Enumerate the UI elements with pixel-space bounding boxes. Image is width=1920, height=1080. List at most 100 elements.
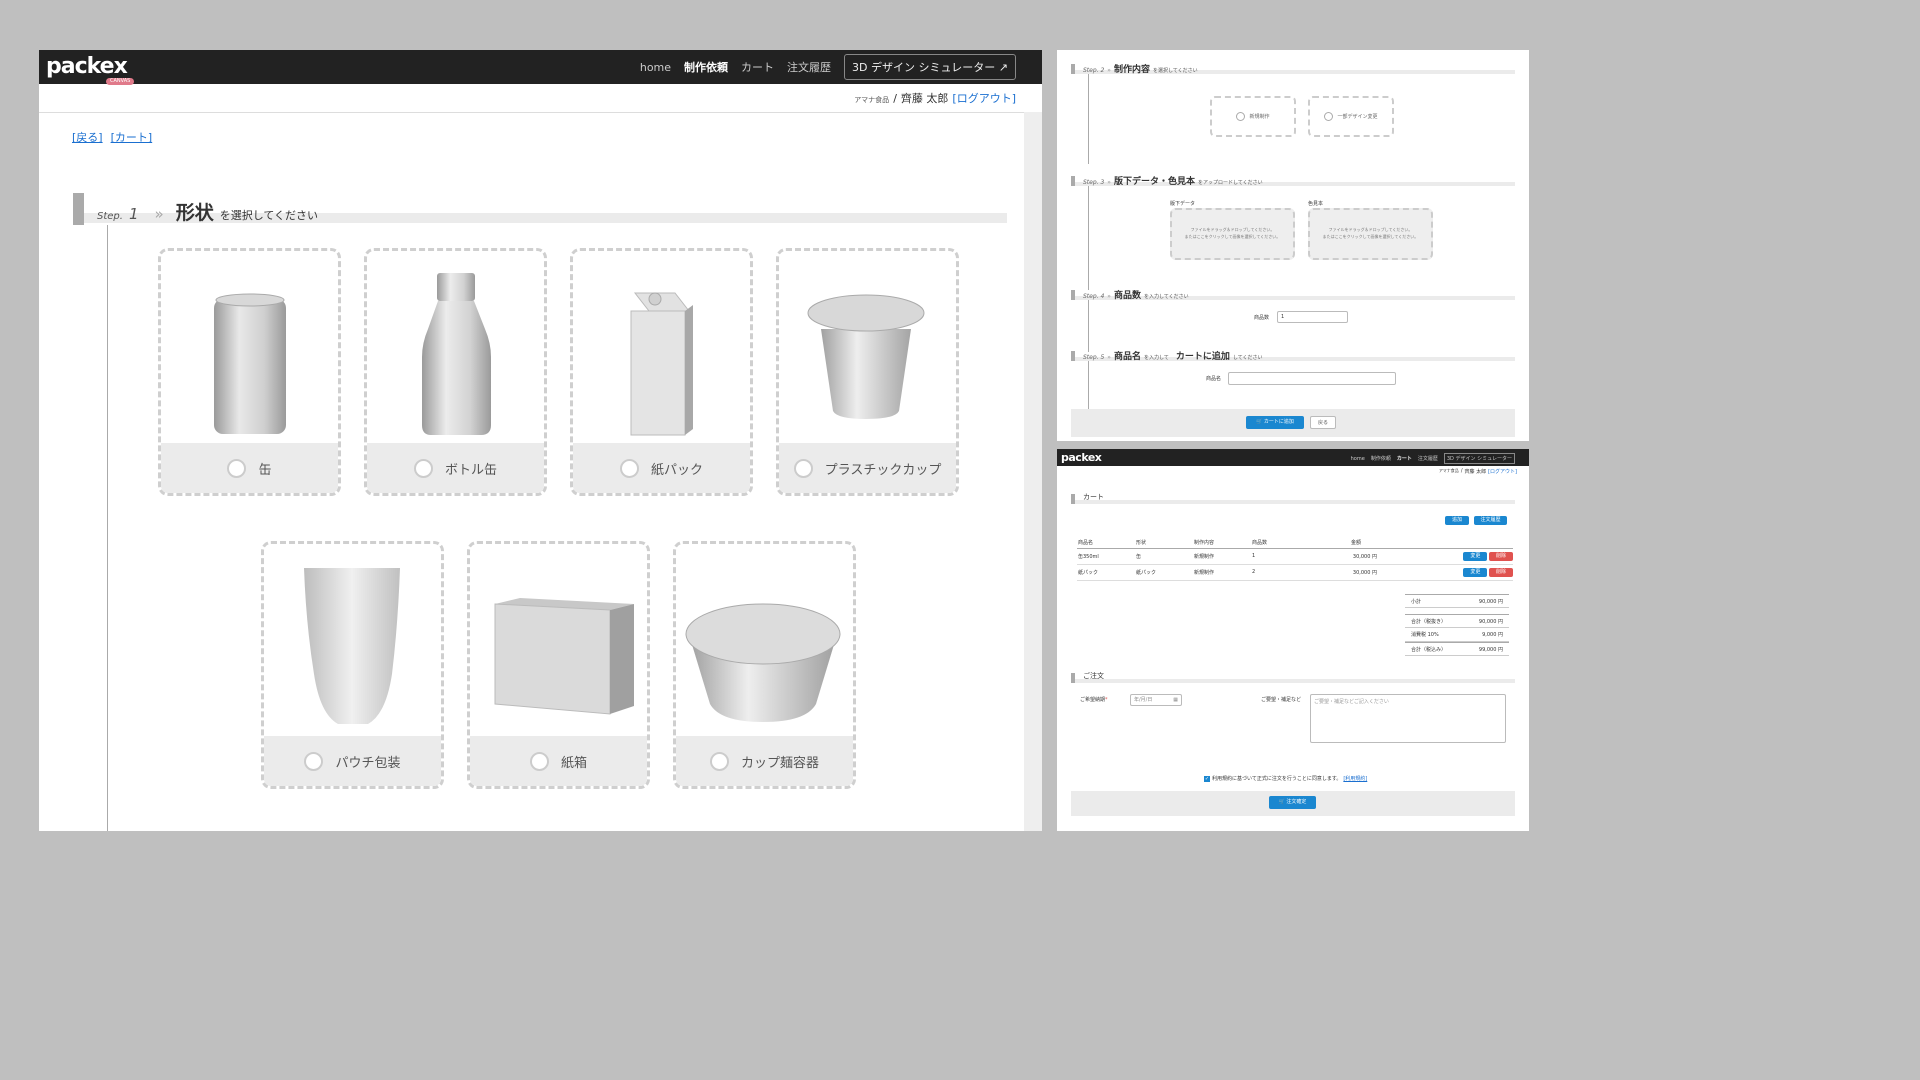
step-hint: してください	[1232, 355, 1263, 361]
agree-checkbox[interactable]: ✓	[1204, 775, 1210, 782]
radio-pouch[interactable]	[304, 751, 324, 771]
column-header: 商品名	[1077, 538, 1135, 549]
shape-card-bottle-can[interactable]: ボトル缶	[364, 248, 547, 496]
company-name: アマナ食品	[854, 96, 890, 104]
artwork-dropzone[interactable]: ファイルをドラッグ＆ドロップしてください。 またはここをクリックして画像を選択して…	[1170, 208, 1295, 260]
column-header: 制作内容	[1193, 538, 1251, 549]
radio-paper-pack[interactable]	[619, 458, 639, 478]
agree-row: ✓ 利用規約に基づいて正式に注文を行うことに同意します。 [利用規約]	[1204, 775, 1367, 782]
step3-heading: Step. 3» 版下データ・色見本 をアップロードしてください	[1071, 176, 1515, 187]
shape-card-paper-pack[interactable]: 紙パック	[570, 248, 753, 496]
radio-new[interactable]	[1236, 112, 1246, 121]
step-hint: を選択してください	[219, 209, 319, 222]
radio-bottle-can[interactable]	[413, 458, 433, 478]
can-image	[214, 293, 286, 434]
pouch-image	[304, 568, 400, 724]
shape-card-can[interactable]: 缶	[158, 248, 341, 496]
company-name: アマナ食品	[1438, 468, 1459, 473]
history-button[interactable]: 注文履歴	[1474, 516, 1507, 525]
edit-button[interactable]: 変更	[1463, 567, 1488, 577]
cart-link[interactable]: [カート]	[111, 129, 153, 145]
step5-heading: Step. 5» 商品名 を入力して カートに追加 してください	[1071, 351, 1515, 362]
add-to-cart-button[interactable]: 🛒 カートに追加	[1246, 416, 1304, 429]
nav-request[interactable]: 制作依頼	[1371, 455, 1391, 462]
add-button[interactable]: 追加	[1445, 516, 1469, 525]
radio-can[interactable]	[227, 458, 247, 478]
main-nav: home 制作依頼 カート 注文履歴 3D デザイン シミュレーター ↗	[640, 54, 1016, 80]
divider	[39, 112, 1042, 113]
date-label: ご希望納期*	[1080, 696, 1108, 703]
back-link[interactable]: [戻る]	[72, 129, 103, 145]
radio-partial[interactable]	[1324, 112, 1334, 121]
cell-shape: 紙パック	[1135, 564, 1193, 581]
summary-label: 合計（税抜き）	[1411, 618, 1447, 625]
delete-button[interactable]: 削除	[1489, 567, 1513, 577]
shape-card-paper-box[interactable]: 紙箱	[467, 541, 650, 789]
button-label: カートに追加	[1263, 419, 1294, 425]
simulator-button[interactable]: 3D デザイン シミュレーター	[1443, 453, 1515, 464]
logout-link[interactable]: [ログアウト]	[952, 90, 1016, 106]
nav-home[interactable]: home	[1351, 456, 1365, 462]
option-new[interactable]: 新規制作	[1210, 96, 1296, 137]
external-link-icon: ↗	[998, 61, 1008, 74]
color-sample-dropzone[interactable]: ファイルをドラッグ＆ドロップしてください。 またはここをクリックして画像を選択して…	[1308, 208, 1433, 260]
nav-cart[interactable]: カート	[741, 59, 774, 75]
nav-history[interactable]: 注文履歴	[1418, 455, 1438, 462]
right-gutter	[1024, 112, 1042, 831]
chevron-icon: »	[1107, 179, 1111, 186]
option-partial[interactable]: 一部デザイン変更	[1308, 96, 1394, 137]
nav-cart[interactable]: カート	[1397, 455, 1412, 462]
delete-button[interactable]: 削除	[1489, 551, 1513, 561]
step-title: 商品名	[1113, 352, 1141, 362]
nav-home[interactable]: home	[640, 61, 671, 74]
shape-label: 紙箱	[560, 755, 587, 771]
plastic-cup-image	[807, 294, 925, 419]
logo-text[interactable]: packex	[1061, 451, 1102, 464]
field-label-artwork: 版下データ	[1170, 201, 1196, 207]
product-name-input[interactable]	[1228, 372, 1396, 385]
step-hint: をアップロードしてください	[1197, 180, 1263, 186]
step-prefix: Step. 3	[1083, 179, 1105, 186]
simulator-label: 3D デザイン シミュレーター	[852, 61, 996, 74]
total-ex-tax-row: 合計（税抜き） 90,000 円	[1405, 614, 1509, 628]
date-input[interactable]: 年/月/日 ▦	[1130, 694, 1182, 706]
cell-shape: 缶	[1135, 548, 1193, 565]
date-label-text: ご希望納期	[1080, 697, 1106, 703]
logo-badge: CANVAS	[106, 78, 135, 85]
step2-heading: Step. 2» 制作内容 を選択してください	[1071, 64, 1515, 75]
note-textarea[interactable]: ご要望・補足などご記入ください	[1310, 694, 1506, 743]
nav-request[interactable]: 制作依頼	[684, 59, 728, 75]
step4-heading: Step. 4» 商品数 を入力してください	[1071, 290, 1515, 301]
paper-box-image	[494, 598, 634, 715]
shape-card-pouch[interactable]: パウチ包装	[261, 541, 444, 789]
table-row: 缶350ml 缶 新規制作 1 30,000 円 変更 削除	[1077, 548, 1513, 565]
step-marker	[73, 193, 84, 225]
summary-value: 9,000 円	[1482, 632, 1503, 638]
back-button[interactable]: 戻る	[1310, 416, 1336, 429]
column-header: 金額	[1321, 538, 1381, 549]
step-title-2: カートに追加	[1175, 352, 1230, 362]
nav-history[interactable]: 注文履歴	[787, 59, 831, 75]
radio-noodle-cup[interactable]	[709, 751, 729, 771]
tax-row: 消費税 10% 9,000 円	[1405, 628, 1509, 642]
step-hint: を選択してください	[1152, 68, 1198, 74]
user-name: 齊藤 太郎	[1464, 469, 1487, 475]
logout-link[interactable]: [ログアウト]	[1488, 468, 1517, 475]
radio-paper-box[interactable]	[529, 751, 549, 771]
summary-value: 90,000 円	[1478, 618, 1503, 625]
summary-label: 消費税 10%	[1411, 632, 1439, 638]
summary-value: 90,000 円	[1478, 598, 1503, 605]
edit-button[interactable]: 変更	[1463, 551, 1488, 561]
logo[interactable]: packex CANVAS	[46, 56, 135, 85]
noodle-cup-image	[685, 603, 841, 722]
quantity-input[interactable]: 1	[1277, 311, 1348, 323]
shape-card-plastic-cup[interactable]: プラスチックカップ	[776, 248, 959, 496]
nav-links: [戻る] [カート]	[72, 129, 152, 145]
shape-card-noodle-cup[interactable]: カップ麺容器	[673, 541, 856, 789]
terms-link[interactable]: [利用規約]	[1343, 775, 1367, 782]
step1-heading: Step. 1 » 形状 を選択してください	[73, 193, 1007, 225]
cell-qty: 1	[1251, 548, 1321, 565]
radio-plastic-cup[interactable]	[793, 458, 813, 478]
simulator-button[interactable]: 3D デザイン シミュレーター ↗	[844, 54, 1016, 80]
confirm-order-button[interactable]: 🛒 注文確定	[1269, 796, 1316, 809]
